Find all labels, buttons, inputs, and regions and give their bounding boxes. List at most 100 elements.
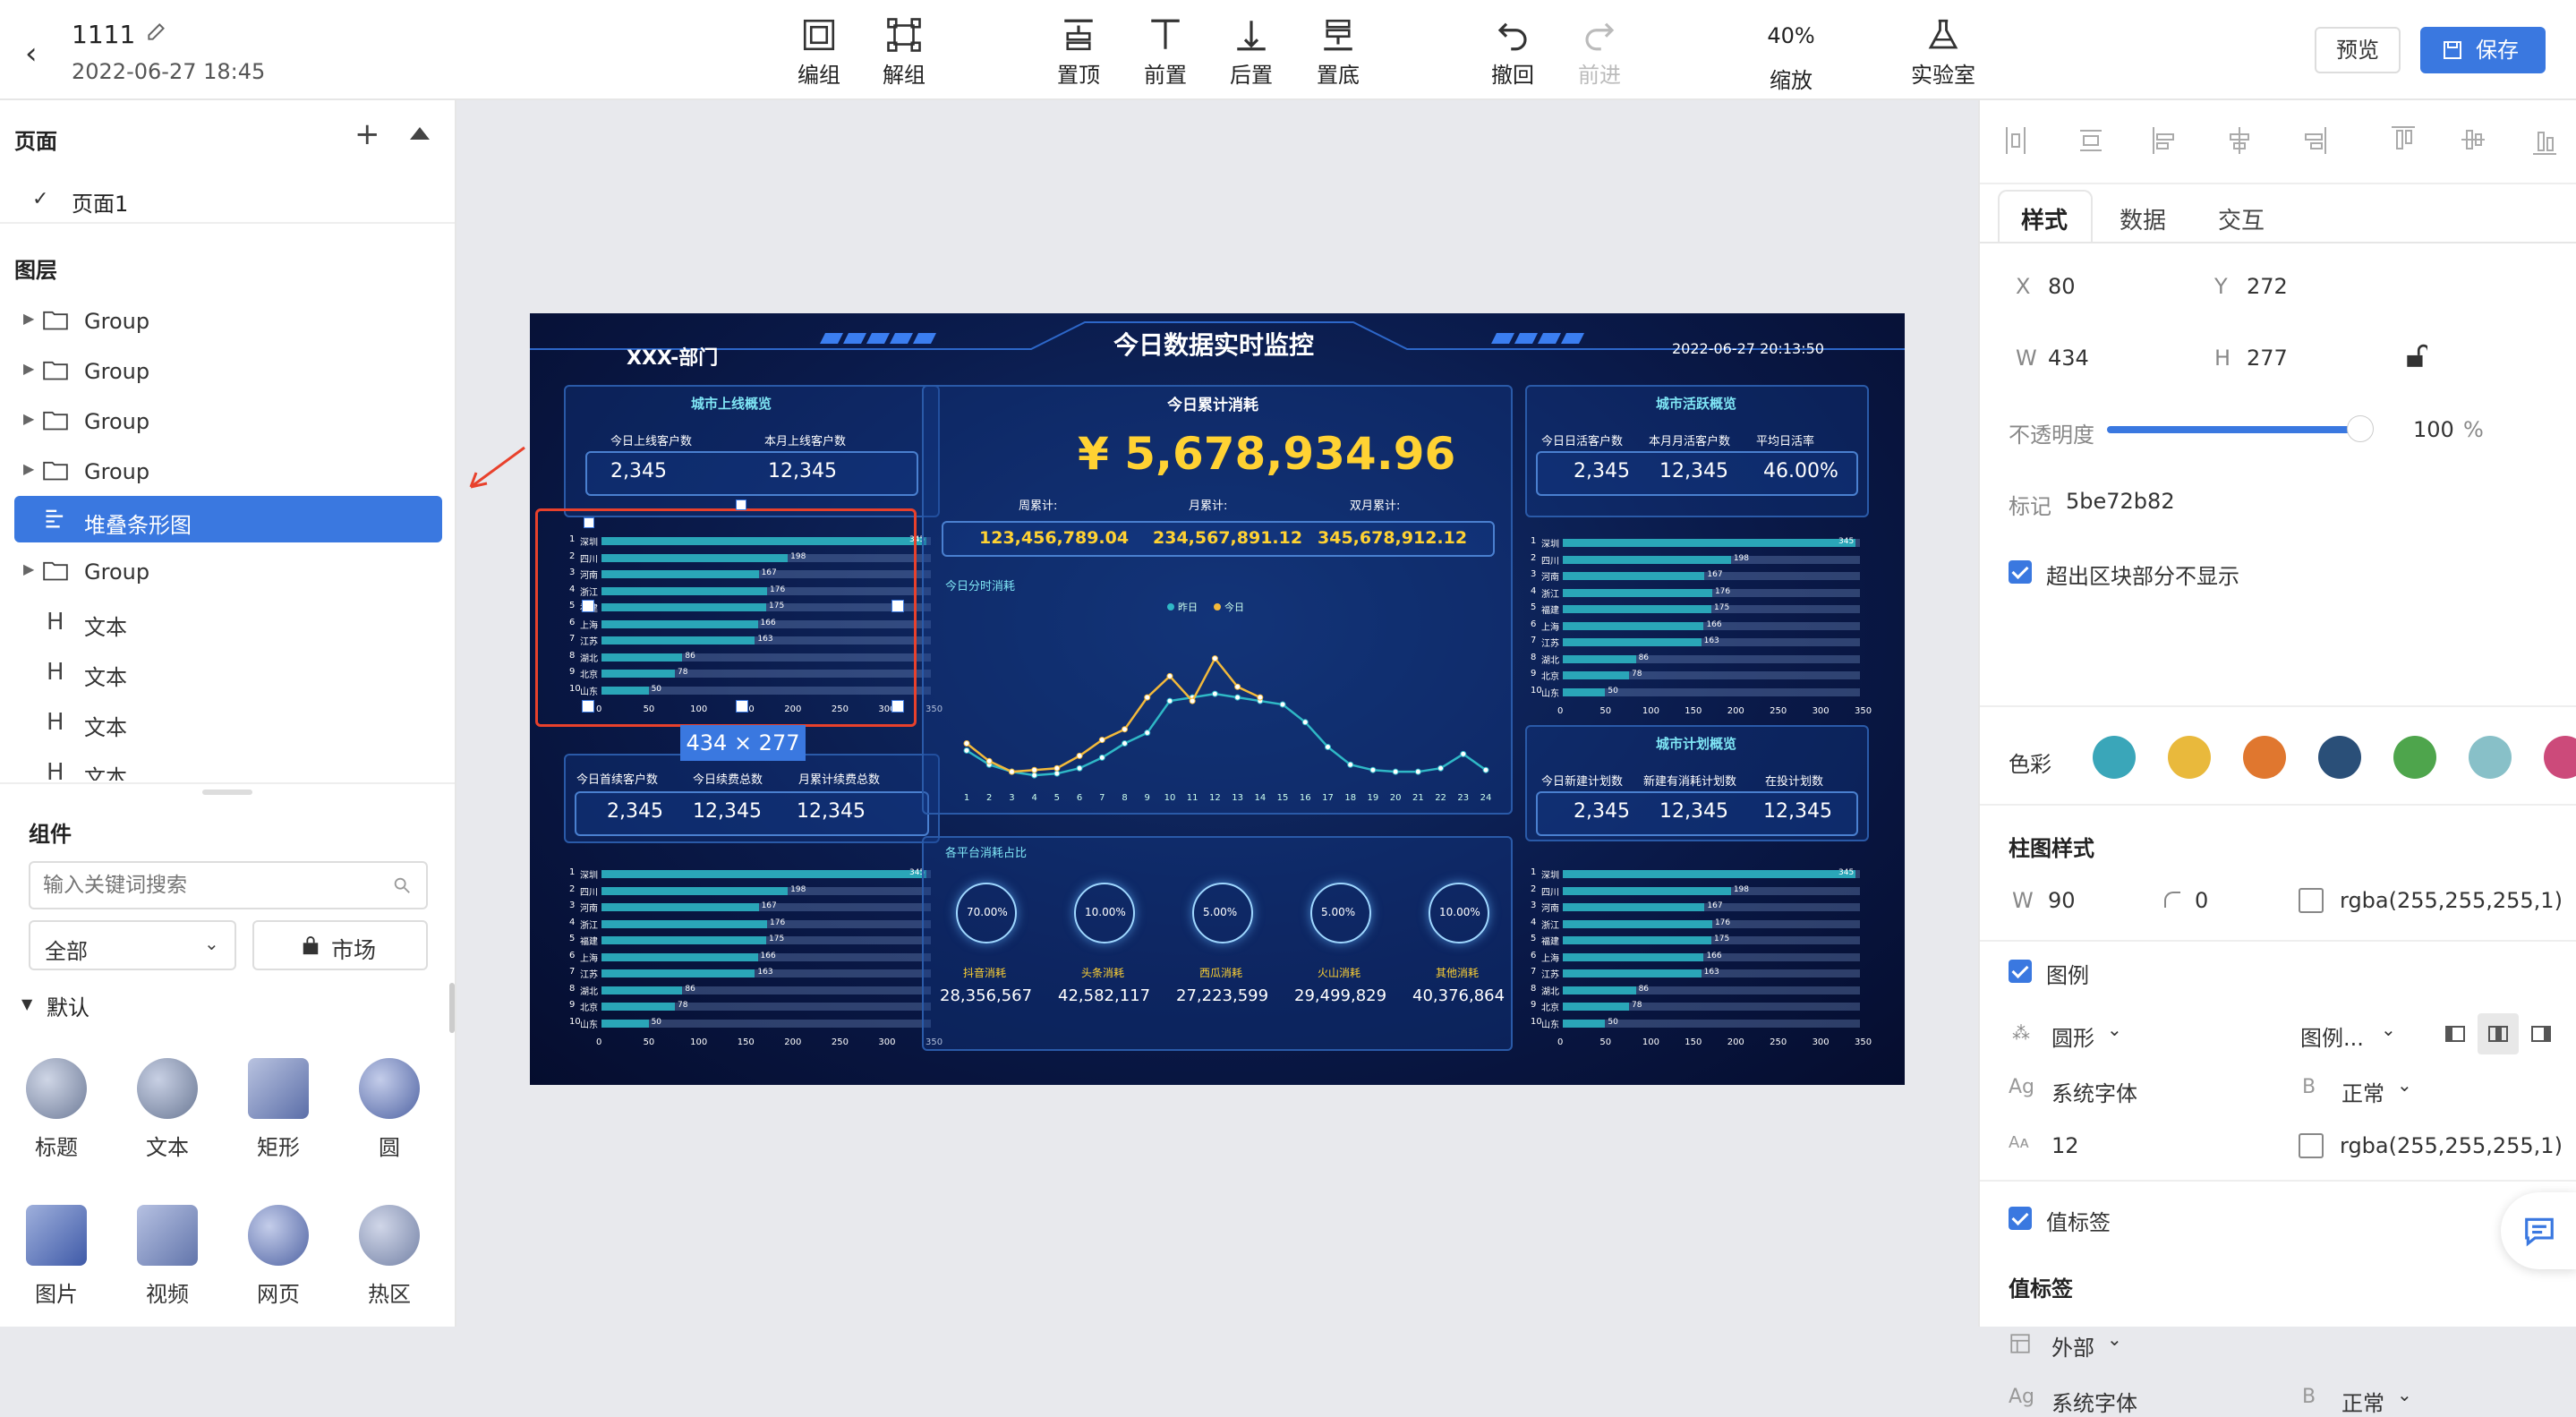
bring-forward-button[interactable]: 前置 [1116,13,1215,91]
color-swatch[interactable] [2318,736,2361,779]
x-input[interactable]: 80 [2048,274,2076,299]
yesterday-point[interactable] [1482,766,1489,773]
today-point[interactable] [1234,683,1241,690]
city-bar[interactable] [1563,870,1856,878]
h-input[interactable]: 277 [2247,346,2288,371]
city-bar-chart[interactable]: 1深圳3452四川1983河南1674浙江1765福建1756上海1667江苏1… [564,850,943,1070]
yesterday-point[interactable] [963,747,970,754]
align-right-toggle[interactable] [2521,1013,2562,1054]
city-bar[interactable] [1563,1019,1606,1028]
legend-checkbox[interactable] [2009,960,2032,983]
component-rect[interactable]: 矩形 [229,1058,328,1161]
component-image[interactable]: 图片 [7,1205,106,1308]
city-bar[interactable] [1563,588,1712,597]
component-title[interactable]: 标题 [7,1058,106,1161]
resize-handle[interactable] [584,517,594,528]
yesterday-point[interactable] [1369,766,1377,773]
send-bottom-button[interactable]: 置底 [1289,13,1387,91]
w-input[interactable]: 434 [2048,346,2089,371]
today-point[interactable] [1189,697,1196,704]
color-swatch[interactable] [2393,736,2436,779]
yesterday-point[interactable] [1076,764,1083,772]
today-point[interactable] [963,740,970,747]
city-bar[interactable] [1563,919,1712,928]
font-color-swatch[interactable] [2299,1133,2324,1158]
page-item[interactable]: 页面1 [72,186,128,218]
bar-color-value[interactable]: rgba(255,255,255,1) [2340,888,2563,913]
city-bar[interactable] [1563,539,1856,547]
yesterday-point[interactable] [1098,754,1105,761]
save-button[interactable]: 保存 [2420,27,2546,73]
opacity-slider-track[interactable] [2107,426,2350,433]
yesterday-point[interactable] [1347,761,1354,768]
color-swatch[interactable] [2243,736,2286,779]
city-bar[interactable] [601,1003,675,1011]
city-bar[interactable] [1563,654,1636,663]
today-point[interactable] [1031,766,1038,773]
layer-item[interactable]: ▶ Group [14,397,442,444]
filter-select[interactable]: 全部 ⌄ [29,920,236,970]
resize-handle[interactable] [736,499,746,510]
undo-button[interactable]: 撤回 [1463,13,1562,91]
city-bar[interactable] [1563,687,1606,696]
font-size-input[interactable]: 12 [2051,1133,2079,1158]
tab-data[interactable]: 数据 [2120,202,2166,235]
layer-item[interactable]: H 文本 [14,698,442,745]
city-bar[interactable] [601,1019,649,1028]
yesterday-point[interactable] [1437,764,1445,772]
today-point[interactable] [985,757,993,764]
city-bar[interactable] [1563,986,1636,994]
component-webpage[interactable]: 网页 [229,1205,328,1308]
yesterday-point[interactable] [1144,730,1151,737]
today-point[interactable] [1053,764,1061,772]
opacity-value[interactable]: 100 [2413,417,2454,442]
today-point[interactable] [1144,694,1151,701]
bar-radius-input[interactable]: 0 [2195,888,2208,913]
city-bar-chart[interactable]: 1深圳3452四川1983河南1674浙江1765福建1756上海1667江苏1… [1525,850,1872,1070]
unlock-icon[interactable] [2404,344,2427,369]
city-bar[interactable] [1563,671,1629,679]
overflow-checkbox[interactable] [2009,560,2032,584]
today-point[interactable] [1098,737,1105,744]
preview-button[interactable]: 预览 [2315,27,2401,73]
city-bar[interactable] [601,870,926,878]
layer-item[interactable]: H 文本 [14,648,442,695]
feedback-button[interactable] [2501,1192,2576,1269]
layer-item[interactable]: H 文本 [14,598,442,644]
city-bar[interactable] [601,936,766,944]
city-bar[interactable] [601,969,755,977]
resize-handle[interactable] [891,600,904,612]
value-font-select[interactable]: 系统字体 [2051,1386,2137,1417]
font-color-value[interactable]: rgba(255,255,255,1) [2340,1133,2563,1158]
caret-down-icon[interactable]: ▼ [21,995,32,1012]
layer-item[interactable]: ▶ Group [14,448,442,494]
y-input[interactable]: 272 [2247,274,2288,299]
color-swatch[interactable] [2544,736,2576,779]
yesterday-point[interactable] [1460,750,1467,757]
city-bar[interactable] [1563,969,1702,977]
resize-handle[interactable] [891,700,904,713]
city-bar[interactable] [601,919,768,928]
today-point[interactable] [1122,726,1129,733]
yesterday-point[interactable] [1122,740,1129,747]
layer-item[interactable]: ▶ Group [14,347,442,394]
legend-pos-select[interactable]: 图例... [2300,1020,2364,1052]
bar-w-input[interactable]: 90 [2048,888,2076,913]
yesterday-point[interactable] [1392,768,1399,775]
city-bar[interactable] [1563,572,1705,580]
layer-item[interactable]: ▶ Group [14,297,442,344]
city-bar-chart[interactable]: 1深圳3452四川1983河南1674浙江1765福建1756上海1667江苏1… [1525,519,1872,738]
edit-title-icon[interactable] [145,20,168,43]
city-bar[interactable] [601,986,683,994]
bring-top-button[interactable]: 置顶 [1029,13,1128,91]
city-bar[interactable] [601,903,759,911]
color-swatch[interactable] [2093,736,2136,779]
yesterday-point[interactable] [1031,772,1038,779]
font-weight-select[interactable]: 正常 [2341,1076,2384,1107]
yesterday-point[interactable] [1324,743,1331,750]
component-video[interactable]: 视频 [118,1205,217,1308]
today-point[interactable] [1211,655,1218,662]
value-label-checkbox[interactable] [2009,1207,2032,1230]
zoom-control[interactable]: 40% 缩放 [1742,13,1840,93]
yesterday-point[interactable] [1301,719,1309,726]
